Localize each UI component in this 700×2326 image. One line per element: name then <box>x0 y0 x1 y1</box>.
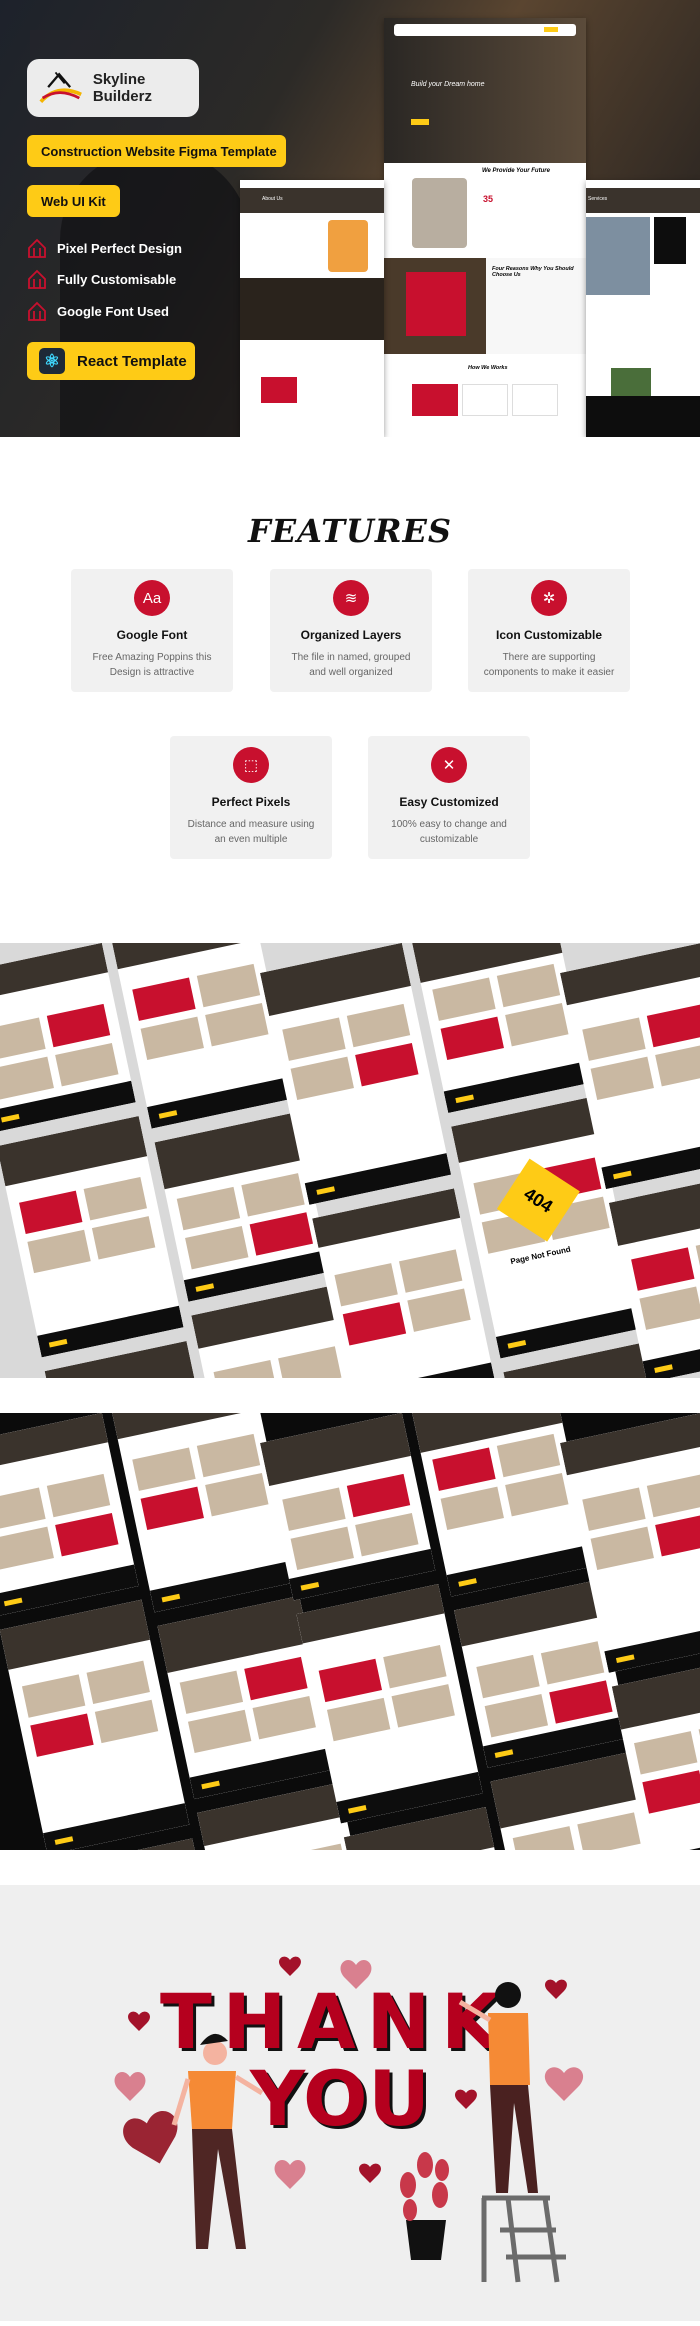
tools-icon: ✕ <box>431 747 467 783</box>
feature-description: Distance and measure using an even multi… <box>187 819 315 845</box>
react-icon: ⚛ <box>39 348 65 374</box>
you-text: YOU <box>249 2054 430 2143</box>
feature-card: ⬚ Perfect Pixels Distance and measure us… <box>170 736 332 859</box>
page-mockups-collage-dark <box>0 1413 700 1850</box>
feature-description: Free Amazing Poppins this Design is attr… <box>92 652 212 678</box>
heart-icon <box>359 2163 381 2183</box>
heart-icon <box>544 2067 584 2101</box>
features-title: FEATURES <box>248 512 452 550</box>
layers-icon: ≋ <box>333 580 369 616</box>
about-mockup: About Us <box>240 180 384 437</box>
feature-title: Organized Layers <box>300 628 402 642</box>
error-text: Page Not Found <box>509 1244 572 1267</box>
feature-bullet: Fully Customisable <box>27 269 176 289</box>
feature-title: Icon Customizable <box>495 628 602 642</box>
page-mockups-collage-light: 404 Page Not Found <box>0 943 700 1378</box>
feature-card: ✲ Icon Customizable There are supporting… <box>468 569 630 692</box>
services-mockup: Services <box>586 180 700 437</box>
vector-icon: ⬚ <box>233 747 269 783</box>
ladder <box>481 2195 566 2283</box>
feature-card: ✕ Easy Customized 100% easy to change an… <box>368 736 530 859</box>
feature-title: Perfect Pixels <box>211 795 291 809</box>
heart-icon <box>279 1956 301 1976</box>
heart-icon <box>114 2072 146 2101</box>
brand-logo: Skyline Builderz <box>27 59 199 117</box>
feature-bullet: Google Font Used <box>27 301 169 321</box>
feature-title: Google Font <box>116 628 188 642</box>
heart-icon <box>128 2011 150 2031</box>
web-ui-kit-badge: Web UI Kit <box>27 185 120 217</box>
building-icon <box>28 269 46 289</box>
heart-icon <box>274 2160 306 2189</box>
page-mockup <box>312 1188 496 1378</box>
react-template-button[interactable]: ⚛ React Template <box>27 342 195 380</box>
feature-card: Aa Google Font Free Amazing Poppins this… <box>71 569 233 692</box>
components-icon: ✲ <box>531 580 567 616</box>
feature-description: 100% easy to change and customizable <box>391 819 507 845</box>
feature-description: The file in named, grouped and well orga… <box>291 652 411 678</box>
font-icon: Aa <box>134 580 170 616</box>
brand-name: Skyline Builderz <box>92 71 152 105</box>
headline-badge: Construction Website Figma Template <box>27 135 286 167</box>
page-mockup <box>410 943 591 1113</box>
feature-bullet: Pixel Perfect Design <box>27 238 182 258</box>
heart-icon <box>455 2089 477 2109</box>
building-icon <box>28 301 46 321</box>
homepage-mockup: Build your Dream home We Provide Your Fu… <box>384 18 586 437</box>
page-mockup <box>410 1413 593 1597</box>
feature-card: ≋ Organized Layers The file in named, gr… <box>270 569 432 692</box>
potted-plant <box>400 2152 449 2260</box>
feature-title: Easy Customized <box>399 795 499 809</box>
building-icon <box>28 238 46 258</box>
page-mockup <box>0 943 136 1133</box>
hero-banner: Skyline Builderz Construction Website Fi… <box>0 0 700 437</box>
thank-you-illustration: THANK THANK YOU YOU <box>0 1885 700 2321</box>
logo-icon <box>39 71 82 104</box>
heart-icon <box>545 1979 567 1999</box>
feature-description: There are supporting components to make … <box>483 652 615 678</box>
